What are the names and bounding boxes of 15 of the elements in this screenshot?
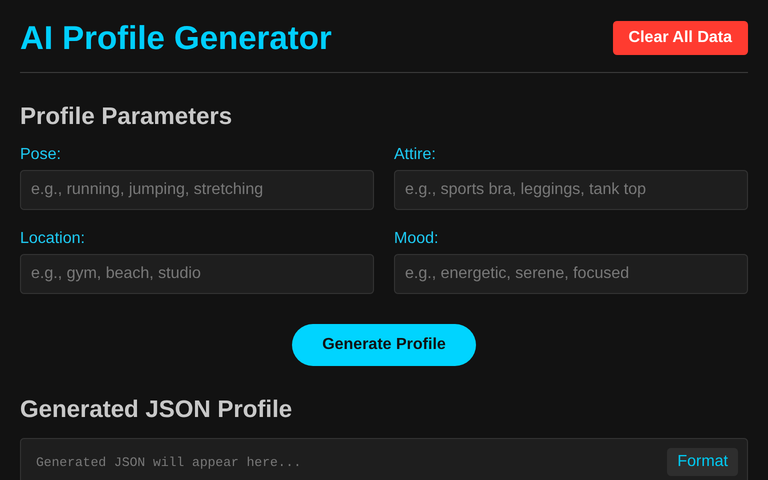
- section-heading: Generated JSON Profile: [20, 396, 294, 424]
- page-title: AI Profile Generator: [20, 18, 332, 58]
- field-label: Location:: [20, 229, 86, 249]
- text-input[interactable]: e.g., sports bra, leggings, tank top: [394, 170, 748, 210]
- section-heading: Profile Parameters: [20, 103, 234, 131]
- text-input[interactable]: e.g., running, jumping, stretching: [20, 170, 374, 210]
- field-label: Attire:: [394, 145, 437, 165]
- json-output-area[interactable]: Generated JSON will appear here... Format: [20, 438, 748, 480]
- clear-all-data-button[interactable]: Clear All Data: [612, 21, 748, 55]
- field-label: Mood:: [394, 229, 440, 249]
- format-button[interactable]: Format: [667, 448, 738, 476]
- text-input[interactable]: e.g., energetic, serene, focused: [394, 254, 748, 294]
- generate-profile-button[interactable]: Generate Profile: [292, 324, 476, 366]
- field-label: Pose:: [20, 145, 62, 165]
- text-input[interactable]: e.g., gym, beach, studio: [20, 254, 374, 294]
